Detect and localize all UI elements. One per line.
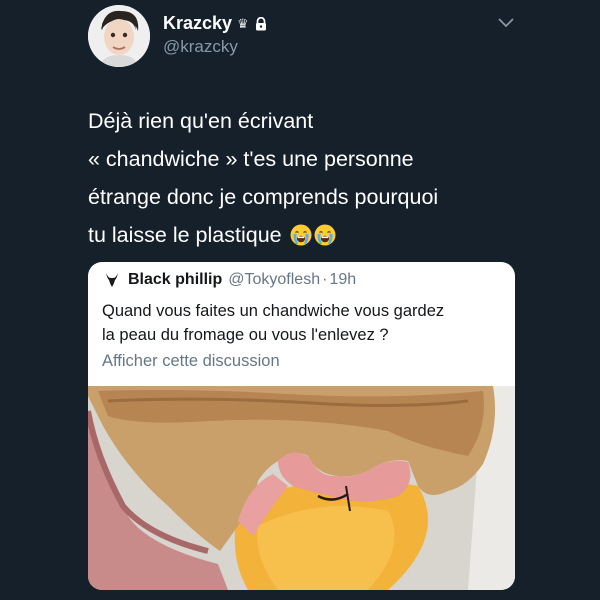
- tweet-text-line: « chandwiche » t'es une personne: [88, 147, 414, 171]
- tweet-text-line: étrange donc je comprends pourquoi: [88, 185, 439, 209]
- tweet-text: Déjà rien qu'en écrivant « chandwiche » …: [88, 102, 528, 254]
- author-name-row: Krazcky ♛: [163, 13, 268, 34]
- quoted-tweet-header: Black phillip @Tokyoflesh · 19h: [102, 270, 356, 290]
- separator-dot: ·: [322, 271, 328, 288]
- crown-icon: ♛: [237, 15, 249, 31]
- crying-face-icon: [290, 224, 312, 246]
- quoted-tweet-text: Quand vous faites un chandwiche vous gar…: [102, 299, 502, 347]
- author-handle[interactable]: @krazcky: [163, 37, 238, 57]
- quoted-tweet-card[interactable]: Black phillip @Tokyoflesh · 19h Quand vo…: [88, 262, 515, 590]
- goat-avatar-icon: [102, 270, 122, 290]
- sandwich-photo[interactable]: [88, 386, 515, 590]
- tweet-text-line-last: tu laisse le plastique: [88, 223, 282, 247]
- tweet-text-line: tu laisse le plastique: [88, 216, 528, 254]
- quoted-text-line: Quand vous faites un chandwiche vous gar…: [102, 302, 445, 320]
- quoted-timestamp: 19h: [329, 271, 357, 288]
- quoted-author-name: Black phillip: [128, 271, 223, 288]
- tweet-text-line: Déjà rien qu'en écrivant: [88, 109, 314, 133]
- crying-face-icon: [314, 224, 336, 246]
- quoted-text-line: la peau du fromage ou vous l'enlevez ?: [102, 326, 389, 344]
- chevron-down-icon[interactable]: [498, 18, 514, 28]
- quoted-author-handle: @Tokyoflesh: [228, 271, 321, 288]
- lock-icon: [255, 16, 266, 30]
- author-avatar[interactable]: [88, 5, 150, 67]
- show-thread-link[interactable]: Afficher cette discussion: [102, 352, 280, 371]
- author-name[interactable]: Krazcky: [163, 13, 232, 34]
